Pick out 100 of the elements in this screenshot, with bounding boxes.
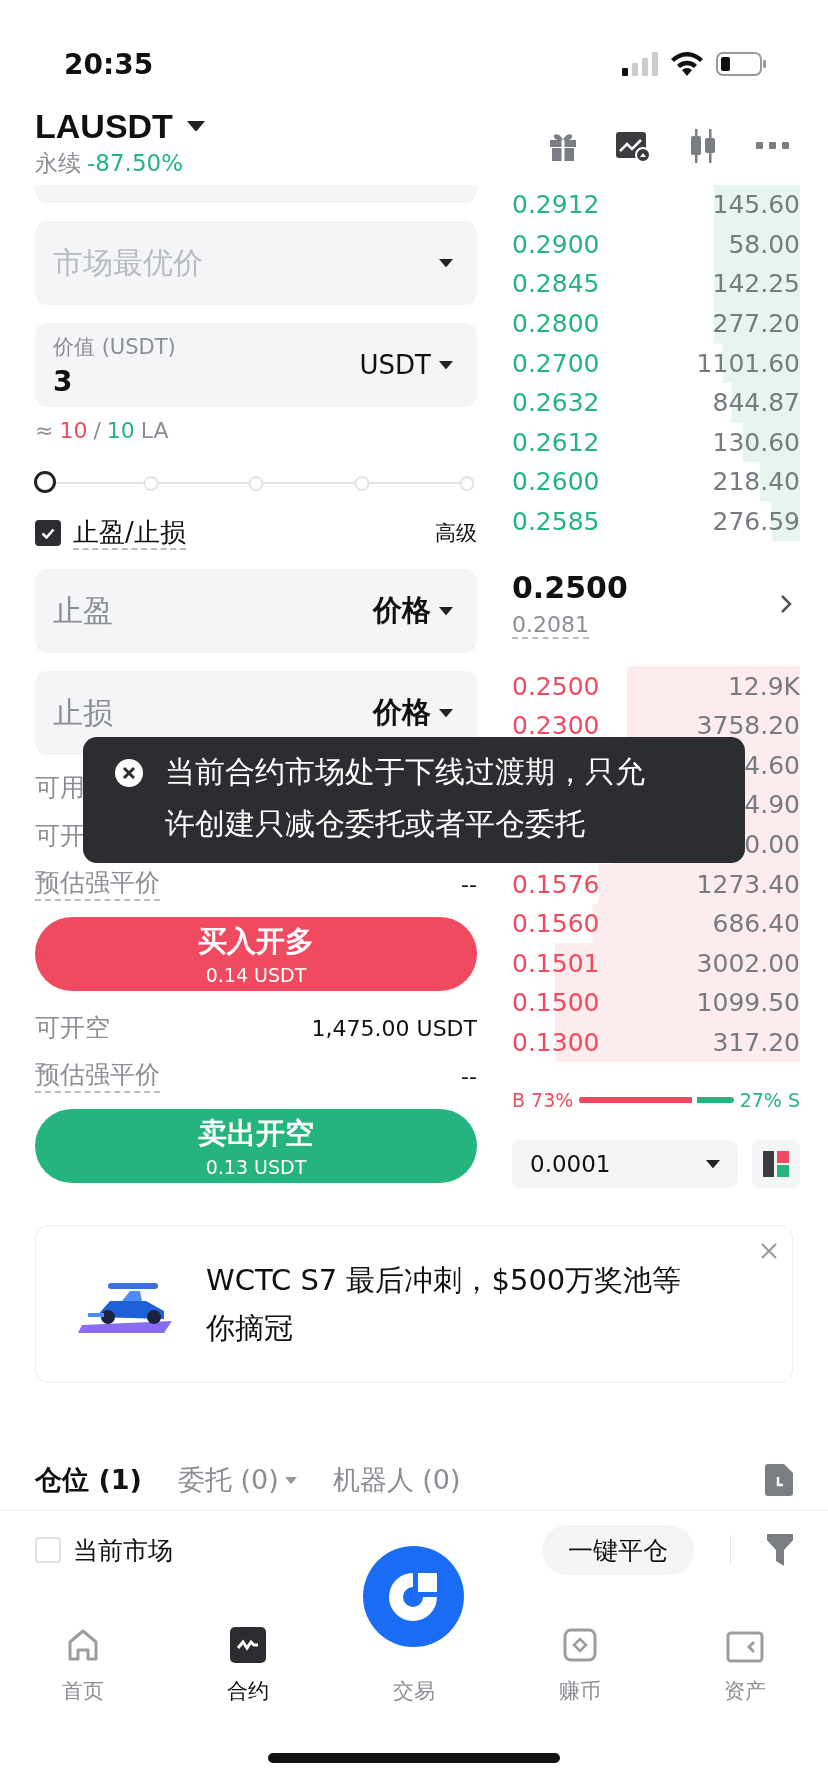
ask-price[interactable]: 0.2800 bbox=[512, 309, 600, 339]
caret-icon bbox=[439, 606, 453, 616]
ask-amount: 276.59 bbox=[712, 507, 800, 537]
mark-price: 0.2081 bbox=[512, 611, 589, 639]
caret-icon bbox=[284, 1476, 297, 1484]
ask-price[interactable]: 0.2845 bbox=[512, 269, 600, 299]
value-field[interactable]: 价值 (USDT) 3 USDT bbox=[35, 323, 477, 407]
approx-sign: ≈ bbox=[35, 417, 54, 443]
close-all-button[interactable]: 一键平仓 bbox=[542, 1525, 694, 1576]
info-value: 1,475.00 USDT bbox=[311, 1015, 477, 1041]
ask-price[interactable]: 0.2632 bbox=[512, 388, 600, 418]
caret-icon bbox=[439, 360, 453, 370]
bid-price[interactable]: 0.1500 bbox=[512, 988, 600, 1018]
toast-text: 当前合约市场处于下线过渡期，只允许创建只减仓委托或者平仓委托 bbox=[165, 753, 646, 843]
separator: / bbox=[93, 417, 101, 443]
layout-icon bbox=[763, 1151, 789, 1178]
bid-amount: 12.9K bbox=[727, 671, 800, 701]
precision-select[interactable]: 0.0001 bbox=[512, 1140, 738, 1189]
bid-amount: 1099.50 bbox=[696, 988, 800, 1018]
short-quantity: 10 bbox=[106, 417, 135, 443]
checkbox[interactable] bbox=[35, 520, 61, 546]
current-market-label[interactable]: 当前市场 bbox=[73, 1533, 173, 1567]
ask-amount: 145.60 bbox=[712, 190, 800, 220]
order-type-select[interactable]: 市场最优价 bbox=[35, 221, 477, 305]
ask-price[interactable]: 0.2600 bbox=[512, 467, 600, 497]
bid-price[interactable]: 0.1300 bbox=[512, 1028, 600, 1057]
tp-sl-label[interactable]: 止盈/止损 bbox=[73, 515, 186, 551]
bid-amount: 4.90 bbox=[744, 790, 800, 820]
bid-amount: 1273.40 bbox=[696, 869, 800, 899]
ask-amount: 130.60 bbox=[712, 427, 800, 457]
bid-amount: 4.60 bbox=[744, 750, 800, 780]
advanced-link[interactable]: 高级 bbox=[435, 519, 477, 547]
sell-short-button[interactable]: 卖出开空 0.13 USDT bbox=[35, 1109, 477, 1183]
close-icon[interactable] bbox=[760, 1242, 778, 1261]
ask-price[interactable]: 0.2900 bbox=[512, 229, 600, 259]
chart-icon[interactable] bbox=[615, 129, 651, 162]
contract-type: 永续 bbox=[35, 148, 81, 178]
ask-price[interactable]: 0.2700 bbox=[512, 348, 600, 378]
banner-text: WCTC S7 最后冲刺，$500万奖池等你摘冠 bbox=[206, 1262, 683, 1348]
wallet-icon bbox=[726, 1631, 765, 1664]
check-icon bbox=[41, 527, 55, 539]
status-time: 20:35 bbox=[64, 47, 154, 81]
info-label: 预估强平价 bbox=[35, 867, 160, 901]
battery-icon bbox=[716, 52, 766, 76]
amount-slider[interactable] bbox=[35, 471, 477, 495]
filter-icon[interactable] bbox=[767, 1534, 793, 1567]
caret-icon bbox=[186, 120, 205, 132]
ask-price[interactable]: 0.2912 bbox=[512, 190, 600, 220]
position-tab[interactable]: 仓位 (1) bbox=[35, 1462, 142, 1499]
ask-amount: 277.20 bbox=[712, 309, 800, 339]
take-profit-field[interactable]: 止盈 价格 bbox=[35, 569, 477, 653]
ask-amount: 844.87 bbox=[712, 388, 800, 418]
coin-box-icon bbox=[561, 1627, 598, 1664]
buy-ratio: B 73% bbox=[512, 1089, 574, 1112]
pair-title[interactable]: LAUSDT bbox=[35, 106, 173, 146]
nav-item[interactable]: 资产 bbox=[662, 1631, 828, 1716]
ask-amount: 1101.60 bbox=[696, 348, 800, 378]
chevron-right-icon[interactable] bbox=[780, 593, 792, 614]
bid-price[interactable]: 0.1576 bbox=[512, 869, 600, 899]
bid-amount: 317.20 bbox=[712, 1028, 800, 1057]
bid-price[interactable]: 0.1501 bbox=[512, 948, 600, 978]
promo-banner[interactable]: WCTC S7 最后冲刺，$500万奖池等你摘冠 bbox=[35, 1225, 793, 1384]
bid-price[interactable]: 0.2500 bbox=[512, 671, 600, 701]
ask-amount: 58.00 bbox=[728, 229, 800, 259]
bid-price[interactable]: 0.2300 bbox=[512, 711, 600, 741]
info-label: 可用 bbox=[35, 772, 85, 804]
ask-amount: 142.25 bbox=[712, 269, 800, 299]
buy-long-button[interactable]: 买入开多 0.14 USDT bbox=[35, 917, 477, 991]
error-icon bbox=[115, 759, 143, 787]
nav-item[interactable]: 合约 bbox=[165, 1627, 332, 1716]
wifi-icon bbox=[670, 52, 704, 76]
slider-thumb[interactable] bbox=[34, 471, 56, 493]
caret-icon bbox=[439, 258, 453, 268]
bid-amount: 3758.20 bbox=[696, 711, 800, 741]
ask-price[interactable]: 0.2612 bbox=[512, 427, 600, 457]
layout-button[interactable] bbox=[752, 1140, 800, 1189]
caret-icon bbox=[439, 708, 453, 718]
sell-ratio: 27% S bbox=[739, 1089, 800, 1112]
ask-price[interactable]: 0.2585 bbox=[512, 507, 600, 537]
info-label: 可开空 bbox=[35, 1012, 110, 1044]
info-value: -- bbox=[461, 871, 477, 897]
pulse-icon bbox=[230, 1627, 267, 1664]
signal-icon bbox=[622, 52, 658, 76]
bid-amount: 3002.00 bbox=[696, 948, 800, 978]
long-quantity: 10 bbox=[59, 417, 88, 443]
price-change: -87.50% bbox=[87, 149, 183, 176]
info-label: 预估强平价 bbox=[35, 1059, 160, 1093]
position-tab[interactable]: 机器人 (0) bbox=[332, 1462, 461, 1499]
bid-price[interactable]: 0.1560 bbox=[512, 909, 600, 939]
document-icon[interactable] bbox=[765, 1464, 793, 1497]
quantity-unit: LA bbox=[140, 417, 169, 443]
nav-item[interactable]: 首页 bbox=[0, 1627, 166, 1716]
info-label: 可开 bbox=[35, 820, 85, 852]
nav-item[interactable]: 赚币 bbox=[496, 1627, 663, 1716]
nav-item[interactable]: 交易 bbox=[331, 1546, 497, 1716]
trade-logo-icon bbox=[363, 1546, 465, 1648]
ask-amount: 218.40 bbox=[712, 467, 800, 497]
caret-icon bbox=[706, 1160, 720, 1169]
position-tab[interactable]: 委托 (0) bbox=[177, 1462, 297, 1499]
more-icon[interactable] bbox=[756, 141, 790, 150]
